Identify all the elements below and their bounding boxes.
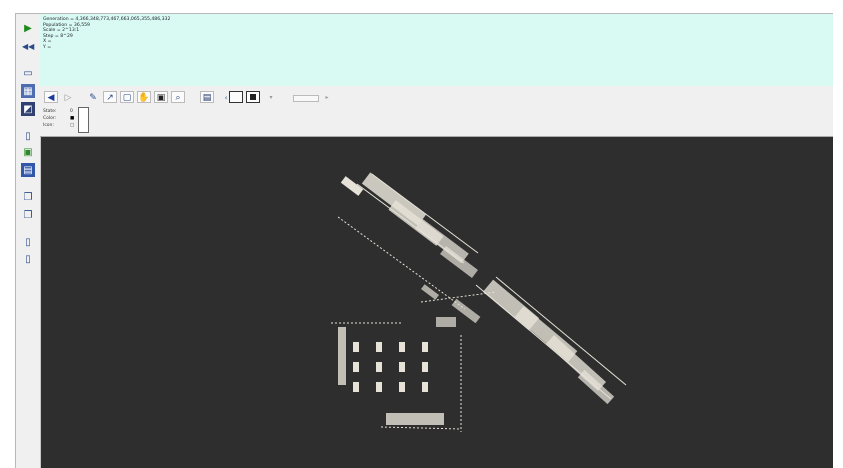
save-icon[interactable]: ▣ [21,145,35,159]
left-toolbar: ▶ ◀◀ ▭ ▦ ◩ ▯ ▣ ▤ ❐ ❐ ▯ ▯ [16,14,41,468]
glider-cluster [415,218,469,264]
oscillator [353,342,359,352]
rewind-icon[interactable]: ◀◀ [21,39,35,53]
oscillator [376,382,382,392]
oscillator [353,362,359,372]
color-label: Color: [43,116,57,121]
color-menu-arrow[interactable]: ▾ [264,91,278,103]
paste-icon[interactable]: ❐ [21,208,35,222]
pattern-drawing [331,172,627,432]
pattern-canvas[interactable] [41,137,833,468]
state-slider[interactable] [293,95,319,102]
copy-icon[interactable]: ❐ [21,190,35,204]
color-white-swatch[interactable] [229,91,243,103]
band-edge-line [495,276,627,386]
pick-icon[interactable]: ↗ [103,91,117,103]
oscillator [399,362,405,372]
draw-pencil-icon[interactable]: ✎ [86,91,100,103]
oscillator [353,382,359,392]
oscillator-row [386,413,444,425]
redo-icon[interactable]: ▷ [61,91,75,103]
glider-cluster [436,317,456,327]
open-folder-icon[interactable]: ▭ [21,66,35,80]
zoom-out-icon[interactable]: ⌕ [171,91,185,103]
oscillator [422,342,428,352]
app-window: ▶ ◀◀ ▭ ▦ ◩ ▯ ▣ ▤ ❐ ❐ ▯ ▯ Generation = 4,… [15,13,833,468]
state-label: State: [43,109,57,114]
help-icon[interactable]: ▯ [21,252,35,266]
state-preview[interactable] [78,107,89,133]
slider-arrow[interactable]: ▸ [320,91,334,103]
oscillator [376,362,382,372]
y-readout: Y = [43,44,52,50]
icon-label: Icon: [43,123,54,128]
glider-cluster [421,284,439,300]
move-hand-icon[interactable]: ✋ [137,91,151,103]
oscillator-column [338,327,346,385]
zoom-in-icon[interactable]: ▣ [154,91,168,103]
frame-line [380,426,462,430]
play-icon[interactable]: ▶ [21,21,35,35]
undo-icon[interactable]: ◀ [44,91,58,103]
oscillator [376,342,382,352]
select-icon[interactable]: ▢ [120,91,134,103]
image-icon[interactable]: ◩ [21,102,35,116]
status-info-panel: Generation = 4,366,348,773,467,663,065,3… [40,14,833,87]
color-black-swatch[interactable] [246,91,260,103]
info-icon[interactable]: ▯ [21,235,35,249]
oscillator [422,382,428,392]
state-value: 0 [70,109,73,114]
new-file-icon[interactable]: ▯ [21,129,35,143]
edit-toolbar: ◀ ▷ ✎ ↗ ▢ ✋ ▣ ⌕ ▤ ‹ ▾ ▸ State: 0 Color: ■ … [40,86,833,137]
run-script-icon[interactable]: ▤ [21,163,35,177]
color-swatch-icon: ■ [70,116,75,121]
oscillator [399,382,405,392]
oscillator [422,362,428,372]
icon-swatch-icon: □ [70,123,75,128]
layers-icon[interactable]: ▤ [200,91,214,103]
oscillator [399,342,405,352]
diagonal-guide-line [337,216,466,310]
grid-icon[interactable]: ▦ [21,84,35,98]
